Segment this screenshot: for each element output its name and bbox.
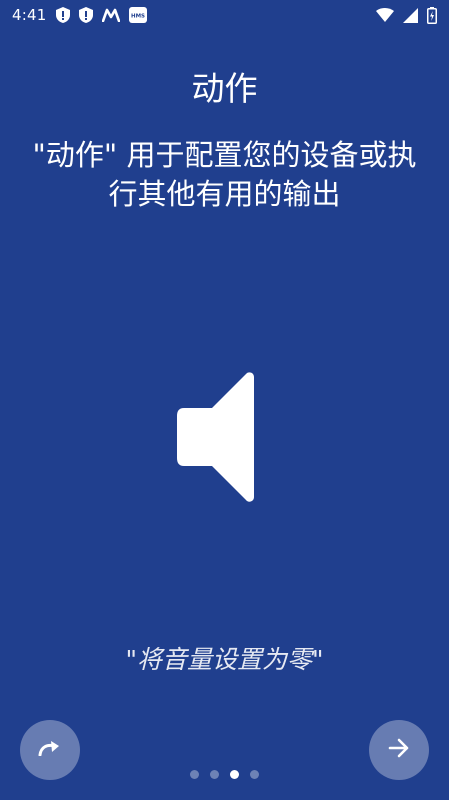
page-dot xyxy=(210,770,219,779)
page-title: 动作 xyxy=(191,69,258,108)
page-dot-active xyxy=(230,770,239,779)
example-phrase: "将音量设置为零" xyxy=(125,645,324,674)
page-dot xyxy=(250,770,259,779)
arrow-right-icon xyxy=(388,738,410,762)
speaker-icon xyxy=(174,370,256,504)
onboarding-screen: 4:41 HMS 动作 "动作" 用于配置您的设备或执行其他有用的输出 "将音量… xyxy=(0,0,449,800)
shield-alert-icon xyxy=(79,7,94,23)
system-icons xyxy=(376,6,437,24)
hms-icon: HMS xyxy=(129,7,148,23)
battery-icon xyxy=(427,6,437,24)
page-dot xyxy=(190,770,199,779)
redo-arrow-icon xyxy=(38,740,62,760)
notification-icons: HMS xyxy=(56,7,148,23)
m-app-icon xyxy=(102,8,121,22)
next-button[interactable] xyxy=(369,720,429,780)
signal-icon xyxy=(403,7,418,23)
status-bar: 4:41 HMS xyxy=(0,0,449,30)
wifi-icon xyxy=(376,8,394,22)
hms-label: HMS xyxy=(131,14,145,20)
status-time: 4:41 xyxy=(12,6,47,24)
shield-alert-icon xyxy=(56,7,71,23)
description-text: "动作" 用于配置您的设备或执行其他有用的输出 xyxy=(32,138,417,211)
